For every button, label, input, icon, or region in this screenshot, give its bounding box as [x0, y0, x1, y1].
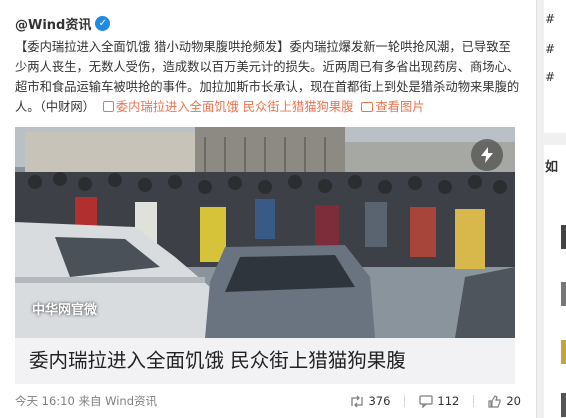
- post-time[interactable]: 今天 16:10: [15, 394, 75, 408]
- comment-count: 112: [437, 394, 460, 408]
- card-caption[interactable]: 委内瑞拉进入全面饥饿 民众街上猎猫狗果腹: [15, 338, 515, 384]
- thumbs-up-icon: [488, 394, 501, 408]
- card-title-initial: 如: [545, 160, 559, 175]
- post-author[interactable]: @Wind资讯 ✓: [15, 14, 111, 33]
- topic-hash[interactable]: #: [545, 70, 555, 84]
- image-watermark: 中华网官微: [32, 303, 98, 318]
- topic-hash[interactable]: #: [545, 42, 555, 56]
- topic-hash[interactable]: #: [545, 12, 555, 26]
- weibo-post-card: @Wind资讯 ✓ 【委内瑞拉进入全面饥饿 猎小动物果腹哄抢频发】委内瑞拉爆发新…: [0, 0, 531, 418]
- source-prefix: 来自: [78, 394, 102, 408]
- post-topic-tag: 【委内瑞拉进入全面饥饿 猎小动物果腹哄抢频发】: [15, 40, 290, 54]
- lightning-icon[interactable]: [471, 139, 503, 171]
- post-text: 【委内瑞拉进入全面饥饿 猎小动物果腹哄抢频发】委内瑞拉爆发新一轮哄抢风潮，已导致…: [15, 37, 520, 117]
- thumbnail[interactable]: [561, 393, 566, 417]
- comment-icon: [419, 394, 434, 408]
- author-name[interactable]: @Wind资讯: [15, 14, 91, 33]
- repost-icon: [351, 395, 364, 407]
- link-icon: [102, 101, 114, 112]
- thumbnail[interactable]: [561, 282, 566, 306]
- post-meta: 今天 16:10 来自 Wind资讯: [15, 393, 336, 409]
- post-footer: 今天 16:10 来自 Wind资讯 376 112 20: [15, 390, 521, 412]
- comment-button[interactable]: 112: [419, 394, 459, 408]
- thumbnail[interactable]: [561, 340, 566, 364]
- verified-badge-icon: ✓: [95, 16, 111, 31]
- repost-count: 376: [368, 394, 391, 408]
- thumbnail[interactable]: [561, 225, 566, 249]
- right-sidebar: # # # 如: [536, 0, 566, 418]
- divider: [404, 395, 406, 407]
- post-source[interactable]: Wind资讯: [105, 394, 157, 408]
- like-button[interactable]: 20: [488, 394, 521, 408]
- repost-button[interactable]: 376: [350, 394, 390, 408]
- like-count: 20: [506, 394, 521, 408]
- view-image-link[interactable]: 查看图片: [375, 100, 424, 114]
- image-icon: [361, 102, 374, 112]
- article-link[interactable]: 委内瑞拉进入全面饥饿 民众街上猎猫狗果腹: [116, 100, 354, 114]
- post-photo[interactable]: 中华网官微: [15, 127, 515, 338]
- divider: [473, 395, 475, 407]
